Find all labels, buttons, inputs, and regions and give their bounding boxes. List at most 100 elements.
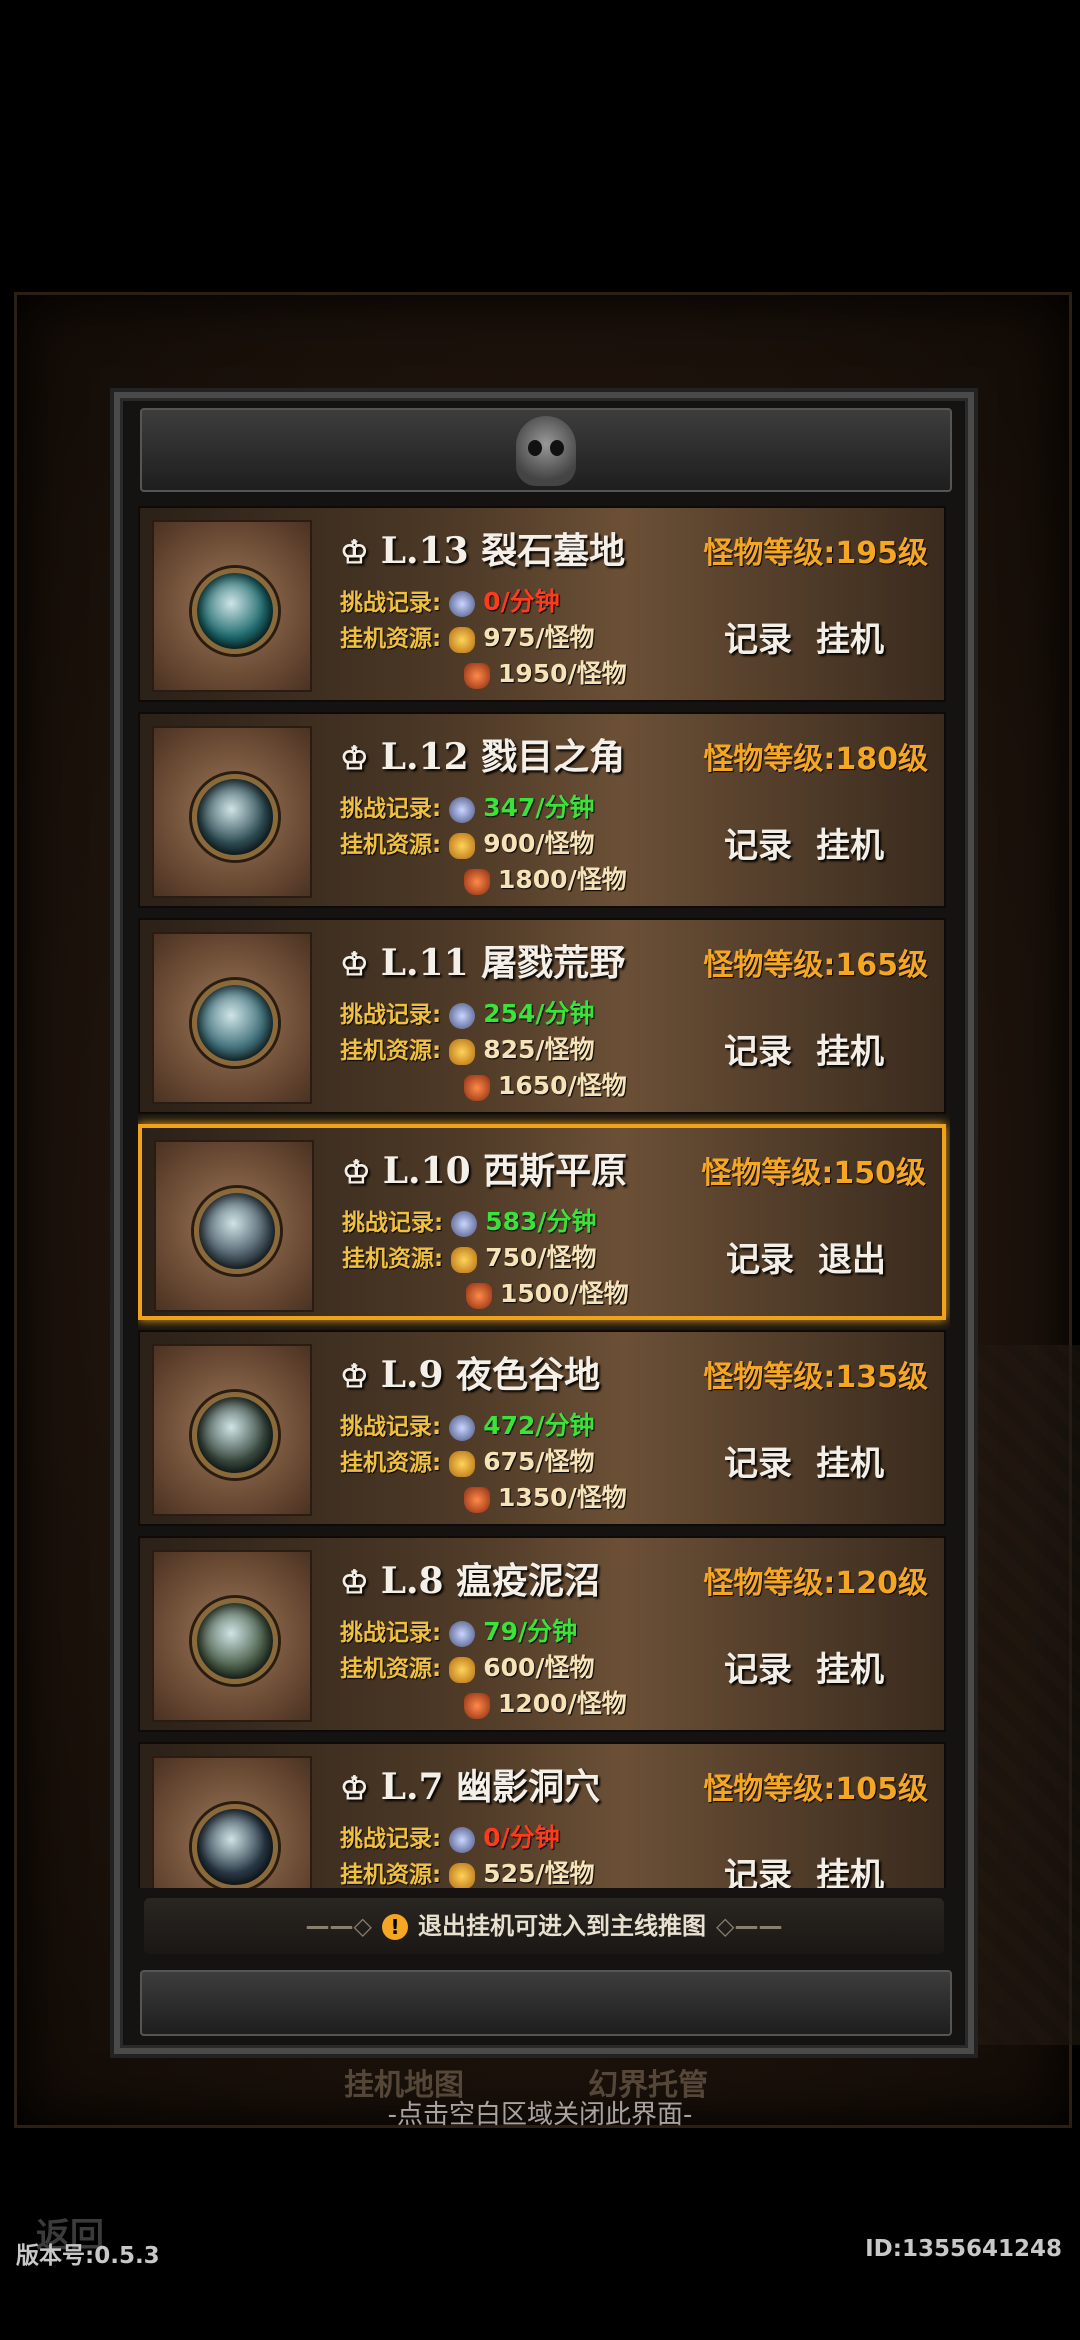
map-thumbnail (152, 932, 312, 1104)
map-row[interactable]: ♔ L.12 戮目之角 怪物等级:180级 挑战记录: 347/分钟 挂机资源: 90… (138, 712, 946, 908)
exit-button[interactable]: 退出 (818, 1232, 886, 1281)
map-title-text: L.12 戮目之角 (380, 736, 626, 778)
challenge-label: 挑战记录: (340, 1826, 442, 1852)
bag-resource: 1500/怪物 (458, 1274, 629, 1310)
record-button[interactable]: 记录 (724, 1024, 792, 1073)
gold-coin-icon (449, 1038, 476, 1065)
crown-icon: ♔ (340, 945, 369, 983)
idle-resource: 挂机资源: 600/怪物 (340, 1648, 595, 1684)
idle-button[interactable]: 挂机 (816, 1436, 884, 1485)
record-button[interactable]: 记录 (726, 1232, 794, 1281)
challenge-value: 254/分钟 (483, 999, 595, 1028)
resource-label: 挂机资源: (340, 1656, 442, 1682)
map-portal-icon (192, 1392, 278, 1478)
map-row[interactable]: ♔ L.7 幽影洞穴 怪物等级:105级 挑战记录: 0/分钟 挂机资源: 525/怪… (138, 1742, 946, 1888)
challenge-label: 挑战记录: (340, 590, 442, 616)
gem-icon (449, 796, 476, 823)
bag-resource: 1200/怪物 (456, 1684, 627, 1720)
record-button[interactable]: 记录 (724, 1436, 792, 1485)
crown-icon: ♔ (340, 739, 369, 777)
map-row[interactable]: ♔ L.9 夜色谷地 怪物等级:135级 挑战记录: 472/分钟 挂机资源: 675… (138, 1330, 946, 1526)
map-row[interactable]: ♔ L.8 瘟疫泥沼 怪物等级:120级 挑战记录: 79/分钟 挂机资源: 600/… (138, 1536, 946, 1732)
map-thumbnail (152, 726, 312, 898)
idle-button[interactable]: 挂机 (816, 612, 884, 661)
resource-label: 挂机资源: (340, 1038, 442, 1064)
resource-label: 挂机资源: (340, 626, 442, 652)
gold-coin-icon (449, 626, 476, 653)
bag-resource: 1950/怪物 (456, 654, 627, 690)
idle-resource: 挂机资源: 900/怪物 (340, 824, 595, 860)
panel-top-ornament (140, 408, 952, 492)
idle-resource: 挂机资源: 975/怪物 (340, 618, 595, 654)
close-hint[interactable]: -点击空白区域关闭此界面- (0, 2094, 1080, 2131)
challenge-record: 挑战记录: 0/分钟 (340, 582, 560, 618)
idle-button[interactable]: 挂机 (816, 818, 884, 867)
bag-value: 1350/怪物 (498, 1483, 627, 1512)
coin-value: 600/怪物 (483, 1653, 595, 1682)
map-row[interactable]: ♔ L.10 西斯平原 怪物等级:150级 挑战记录: 583/分钟 挂机资源: 75… (138, 1124, 946, 1320)
record-button[interactable]: 记录 (724, 1848, 792, 1888)
map-thumbnail (152, 1550, 312, 1722)
map-thumbnail (152, 520, 312, 692)
challenge-record: 挑战记录: 254/分钟 (340, 994, 595, 1030)
idle-button[interactable]: 挂机 (816, 1024, 884, 1073)
map-title-text: L.7 幽影洞穴 (380, 1766, 601, 1808)
loot-bag-icon (464, 1486, 490, 1513)
challenge-label: 挑战记录: (340, 796, 442, 822)
bag-value: 1500/怪物 (500, 1279, 629, 1308)
map-row[interactable]: ♔ L.13 裂石墓地 怪物等级:195级 挑战记录: 0/分钟 挂机资源: 975/… (138, 506, 946, 702)
monster-level: 怪物等级:135级 (703, 1360, 928, 1395)
resource-label: 挂机资源: (342, 1246, 444, 1272)
coin-value: 825/怪物 (483, 1035, 595, 1064)
challenge-label: 挑战记录: (340, 1414, 442, 1440)
coin-value: 900/怪物 (483, 829, 595, 858)
gem-icon (449, 1620, 476, 1647)
idle-resource: 挂机资源: 525/怪物 (340, 1854, 595, 1888)
map-title-text: L.8 瘟疫泥沼 (380, 1560, 601, 1602)
coin-value: 675/怪物 (483, 1447, 595, 1476)
map-title-text: L.9 夜色谷地 (380, 1354, 601, 1396)
crown-icon: ♔ (342, 1153, 371, 1191)
map-thumbnail (152, 1756, 312, 1888)
map-list[interactable]: ♔ L.13 裂石墓地 怪物等级:195级 挑战记录: 0/分钟 挂机资源: 975/… (138, 506, 950, 1888)
idle-button[interactable]: 挂机 (816, 1848, 884, 1888)
record-button[interactable]: 记录 (724, 818, 792, 867)
bag-value: 1800/怪物 (498, 865, 627, 894)
divider-right: ◇—— (716, 1912, 783, 1940)
map-title: ♔ L.9 夜色谷地 (340, 1346, 600, 1398)
map-title-text: L.10 西斯平原 (382, 1150, 628, 1192)
divider-left: ——◇ (305, 1912, 372, 1940)
exit-idle-hint-text: 退出挂机可进入到主线推图 (418, 1912, 706, 1940)
crown-icon: ♔ (340, 533, 369, 571)
panel-bottom-ornament (140, 1970, 952, 2036)
monster-level: 怪物等级:150级 (701, 1156, 926, 1191)
coin-value: 525/怪物 (483, 1859, 595, 1888)
monster-level: 怪物等级:195级 (703, 536, 928, 571)
map-title-text: L.11 屠戮荒野 (380, 942, 626, 984)
loot-bag-icon (464, 662, 490, 689)
idle-button[interactable]: 挂机 (816, 1642, 884, 1691)
gem-icon (451, 1210, 478, 1237)
warning-icon: ! (382, 1914, 408, 1940)
map-row[interactable]: ♔ L.11 屠戮荒野 怪物等级:165级 挑战记录: 254/分钟 挂机资源: 82… (138, 918, 946, 1114)
challenge-label: 挑战记录: (340, 1620, 442, 1646)
challenge-value: 0/分钟 (483, 587, 560, 616)
idle-map-panel: ♔ L.13 裂石墓地 怪物等级:195级 挑战记录: 0/分钟 挂机资源: 975/… (114, 392, 974, 2054)
challenge-record: 挑战记录: 79/分钟 (340, 1612, 577, 1648)
challenge-value: 0/分钟 (483, 1823, 560, 1852)
version-label: 版本号:0.5.3 (16, 2243, 160, 2269)
map-title: ♔ L.11 屠戮荒野 (340, 934, 625, 986)
monster-level: 怪物等级:120级 (703, 1566, 928, 1601)
gold-coin-icon (451, 1246, 478, 1273)
challenge-value: 583/分钟 (485, 1207, 597, 1236)
map-portal-icon (192, 1804, 278, 1888)
monster-level: 怪物等级:105级 (703, 1772, 928, 1807)
bag-value: 1950/怪物 (498, 659, 627, 688)
record-button[interactable]: 记录 (724, 612, 792, 661)
record-button[interactable]: 记录 (724, 1642, 792, 1691)
gold-coin-icon (449, 1450, 476, 1477)
challenge-record: 挑战记录: 583/分钟 (342, 1202, 597, 1238)
bag-value: 1200/怪物 (498, 1689, 627, 1718)
monster-level: 怪物等级:165级 (703, 948, 928, 983)
bag-resource: 1650/怪物 (456, 1066, 627, 1102)
